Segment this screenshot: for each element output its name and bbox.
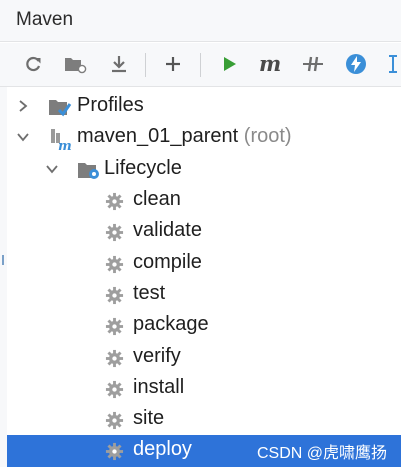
- chevron-right-icon[interactable]: [16, 99, 30, 113]
- gear-icon: [105, 349, 124, 368]
- root-note: (root): [243, 125, 292, 147]
- maven-goal-icon[interactable]: m: [256, 49, 286, 79]
- lifecycle-folder-icon: [78, 163, 99, 179]
- phase-label: validate: [133, 219, 202, 241]
- phase-label: verify: [133, 345, 181, 367]
- tree-node-label: Profiles: [77, 94, 144, 116]
- toolbar: m: [0, 43, 401, 87]
- phase-label: deploy: [133, 438, 192, 460]
- phase-label: compile: [133, 251, 202, 273]
- tree-node-profiles[interactable]: Profiles: [7, 91, 401, 122]
- tree-node-phase-clean[interactable]: clean: [7, 185, 401, 216]
- profiles-folder-icon: [49, 100, 72, 117]
- run-icon[interactable]: [214, 49, 244, 79]
- reload-icon[interactable]: [18, 49, 48, 79]
- tree-node-phase-validate[interactable]: validate: [7, 216, 401, 247]
- svg-text:m: m: [259, 53, 281, 75]
- tree-node-phase-test[interactable]: test: [7, 279, 401, 310]
- toolbar-separator: [145, 53, 146, 77]
- gear-icon: [105, 411, 124, 430]
- phase-label: install: [133, 376, 185, 398]
- gear-icon: [105, 442, 124, 461]
- gear-icon: [105, 192, 124, 211]
- add-icon[interactable]: [158, 49, 188, 79]
- chevron-down-icon[interactable]: [45, 162, 59, 176]
- offline-lightning-icon[interactable]: [341, 49, 371, 79]
- gear-icon: [105, 223, 124, 242]
- left-gutter: [0, 87, 7, 467]
- tree-node-phase-install[interactable]: install: [7, 373, 401, 404]
- tree-node-project[interactable]: m maven_01_parent (root): [7, 122, 401, 153]
- tree-node-label: Lifecycle: [104, 157, 182, 179]
- gutter-marker: [2, 255, 4, 265]
- gear-icon: [105, 317, 124, 336]
- toolbar-separator: [200, 53, 201, 77]
- chevron-down-icon[interactable]: [16, 130, 30, 144]
- project-name: maven_01_parent: [77, 125, 239, 147]
- tool-window-title: Maven: [16, 9, 74, 30]
- tree-node-phase-package[interactable]: package: [7, 310, 401, 341]
- collapse-icon[interactable]: [378, 49, 401, 79]
- tree-node-label-group: maven_01_parent (root): [77, 125, 292, 148]
- tree-node-lifecycle[interactable]: Lifecycle: [7, 154, 401, 185]
- phase-label: package: [133, 313, 209, 335]
- skip-tests-icon[interactable]: [298, 49, 328, 79]
- tool-window-header: Maven: [0, 0, 401, 42]
- download-icon[interactable]: [104, 49, 134, 79]
- tree-node-phase-site[interactable]: site: [7, 404, 401, 435]
- gear-icon: [105, 380, 124, 399]
- tree-node-phase-compile[interactable]: compile: [7, 248, 401, 279]
- phase-label: test: [133, 282, 166, 304]
- svg-text:m: m: [58, 139, 72, 151]
- gear-icon: [105, 286, 124, 305]
- watermark: CSDN @虎啸鹰扬: [256, 445, 387, 462]
- gear-icon: [105, 255, 124, 274]
- tree-node-phase-verify[interactable]: verify: [7, 342, 401, 373]
- phase-label: site: [133, 407, 165, 429]
- folder-sources-icon[interactable]: [60, 49, 90, 79]
- maven-project-icon: m: [51, 129, 72, 151]
- phase-label: clean: [133, 188, 181, 210]
